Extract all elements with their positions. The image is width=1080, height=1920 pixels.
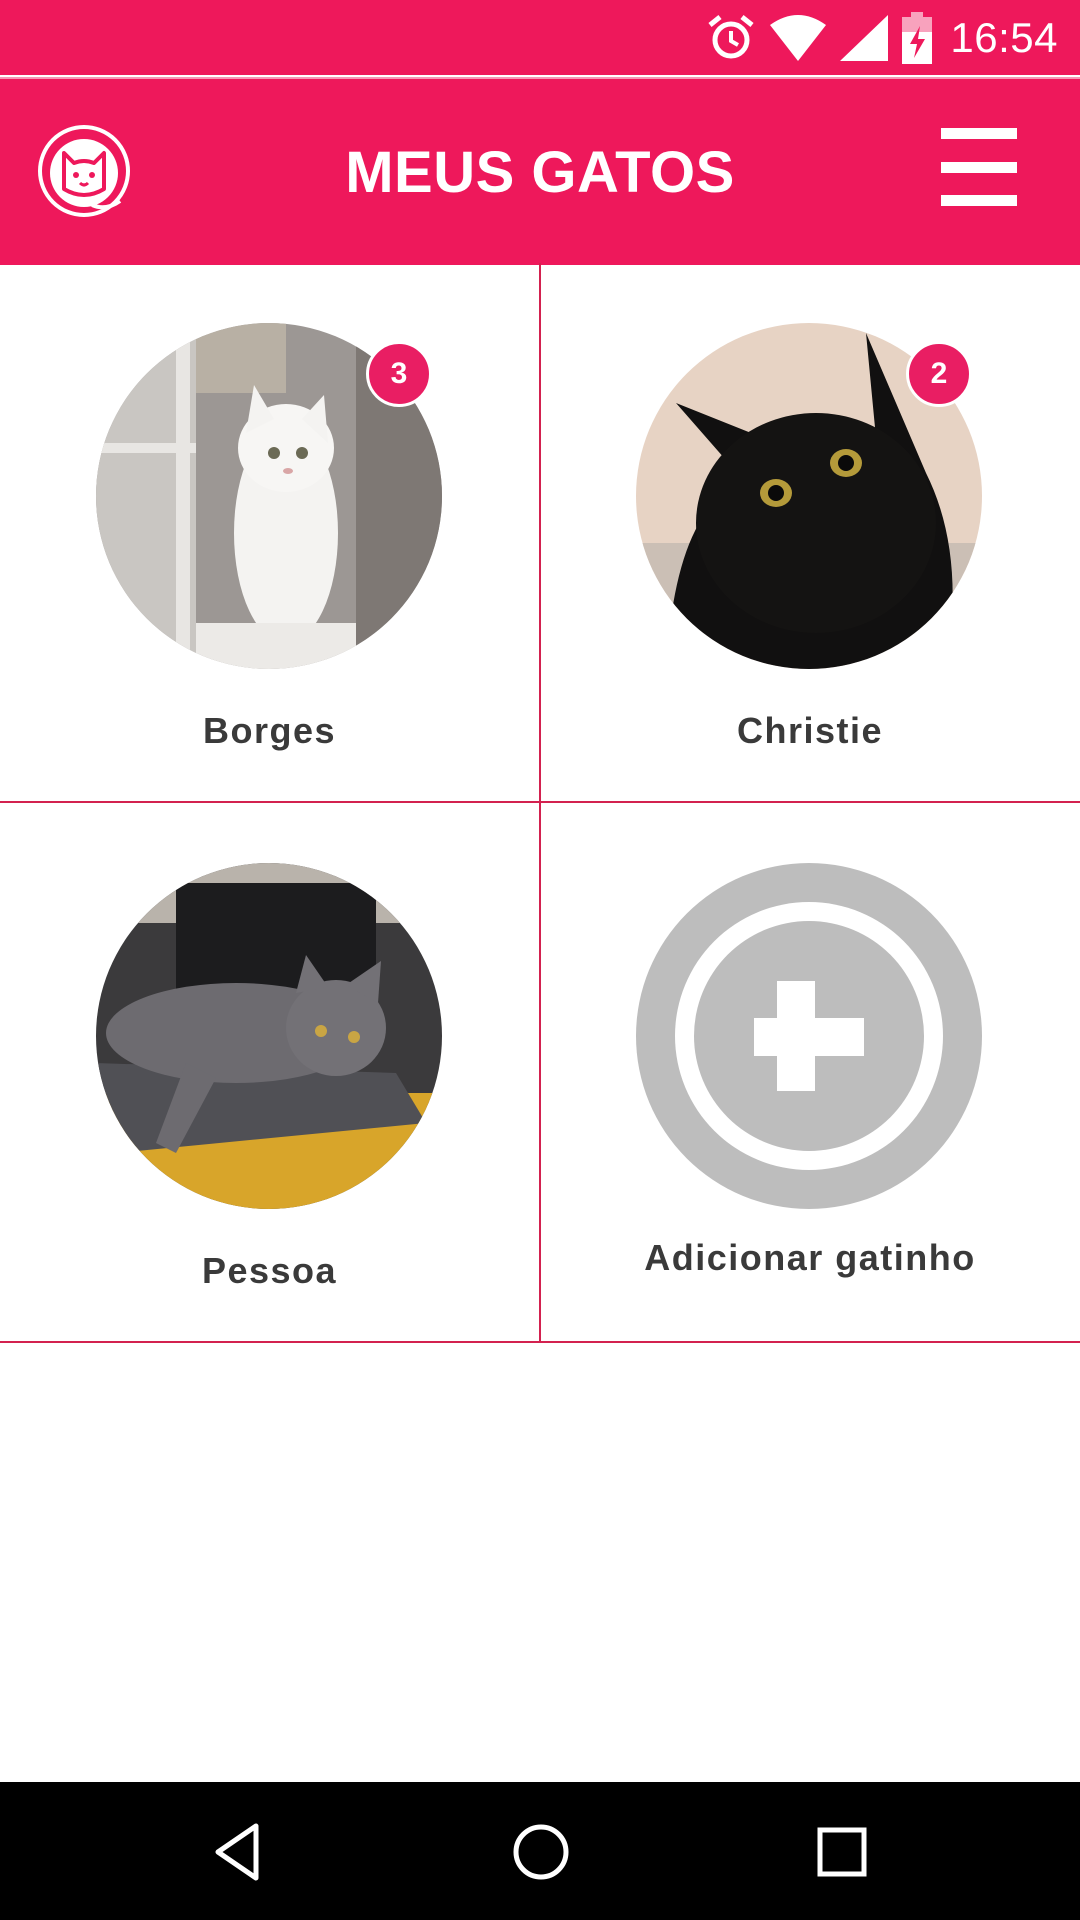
app-bar: MEUS GATOS bbox=[0, 77, 1080, 265]
cat-grid: 3 Borges 2 Christie Pessoa Adicionar gat… bbox=[0, 263, 1080, 1343]
cellular-signal-icon bbox=[840, 14, 889, 61]
hamburger-menu-icon[interactable] bbox=[940, 128, 1018, 206]
home-icon[interactable] bbox=[505, 1816, 577, 1888]
cat-name: Christie bbox=[736, 710, 884, 751]
add-cat-card[interactable]: Adicionar gatinho bbox=[540, 803, 1080, 1343]
back-icon[interactable] bbox=[204, 1816, 276, 1888]
add-cat-label: Adicionar gatinho bbox=[644, 1237, 976, 1278]
battery-charging-icon bbox=[902, 11, 933, 64]
status-bar: 16:54 bbox=[0, 0, 1080, 75]
notification-badge: 2 bbox=[906, 341, 972, 407]
page-title: MEUS GATOS bbox=[345, 139, 735, 205]
gray-cat-photo bbox=[96, 863, 442, 1209]
cat-card-borges[interactable]: 3 Borges bbox=[0, 263, 540, 803]
cat-card-christie[interactable]: 2 Christie bbox=[540, 263, 1080, 803]
wifi-icon bbox=[770, 14, 827, 61]
status-time: 16:54 bbox=[950, 13, 1058, 61]
alarm-icon bbox=[706, 13, 756, 63]
cat-card-pessoa[interactable]: Pessoa bbox=[0, 803, 540, 1343]
cat-name: Pessoa bbox=[201, 1250, 338, 1291]
notification-badge: 3 bbox=[366, 341, 432, 407]
cat-name: Borges bbox=[202, 710, 337, 751]
recent-apps-icon[interactable] bbox=[806, 1816, 878, 1888]
navigation-bar bbox=[0, 1782, 1080, 1920]
add-circle-icon[interactable] bbox=[636, 863, 982, 1209]
